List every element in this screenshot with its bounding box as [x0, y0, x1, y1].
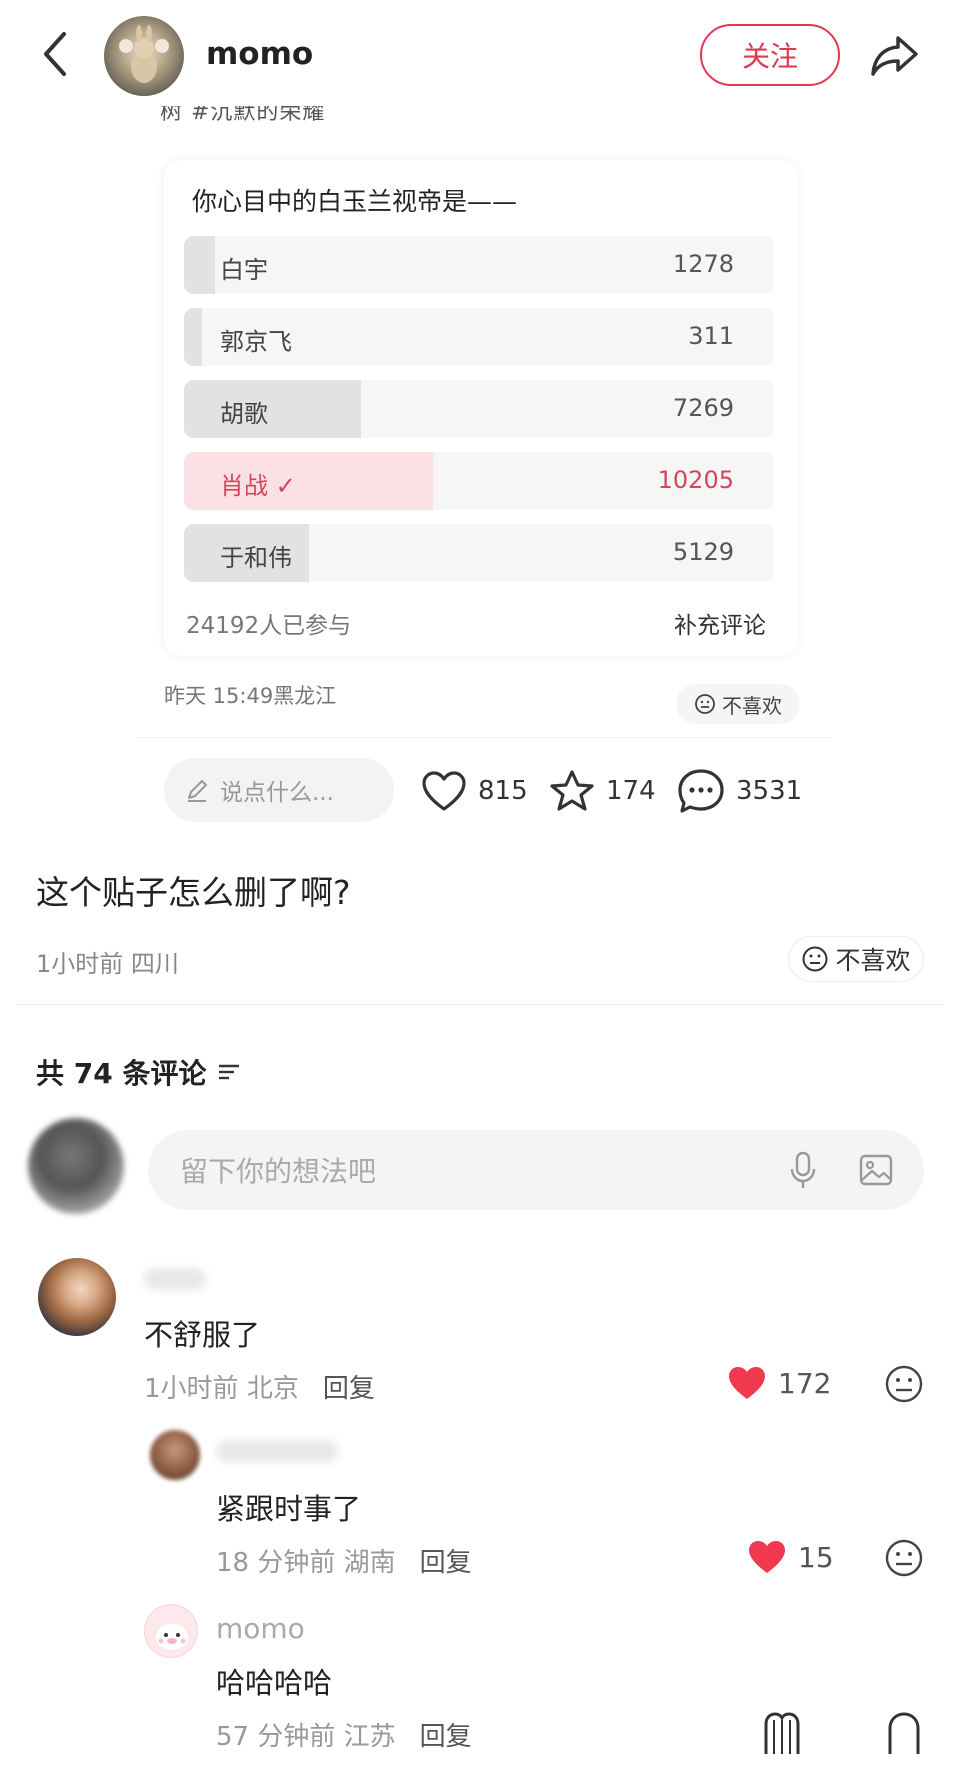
reply-button[interactable]: 回复	[323, 1368, 375, 1405]
cartoon-pig-avatar-image	[156, 1624, 188, 1650]
reply-button[interactable]: 回复	[420, 1542, 472, 1579]
commenter-avatar[interactable]	[144, 1604, 198, 1658]
embedded-like-button[interactable]: 815	[420, 762, 528, 820]
comments-count-header[interactable]: 共 74 条评论	[36, 1052, 242, 1092]
heart-outline-icon	[422, 771, 466, 811]
comment-like-count: 15	[798, 1540, 834, 1574]
poll-option[interactable]: 白宇 1278	[184, 236, 774, 294]
heart-outline-icon-partial[interactable]	[762, 1710, 802, 1754]
comment-time: 18 分钟前	[216, 1548, 336, 1578]
embedded-favorite-count: 174	[606, 776, 656, 806]
comment-time: 1小时前	[144, 1374, 239, 1404]
poll-option[interactable]: 胡歌 7269	[184, 380, 774, 438]
comment-bubble-icon	[678, 769, 724, 813]
heart-filled-icon	[729, 1367, 765, 1399]
author-username[interactable]: momo	[206, 36, 313, 72]
embedded-comment-input[interactable]: 说点什么...	[164, 758, 394, 822]
heart-filled-icon	[749, 1541, 785, 1573]
poll-option[interactable]: 郭京飞 311	[184, 308, 774, 366]
poll-title: 你心目中的白玉兰视帝是——	[192, 187, 518, 216]
embedded-dislike-button[interactable]: 不喜欢	[676, 684, 800, 724]
poll-option-count: 7269	[672, 394, 734, 422]
post-text: 这个贴子怎么删了啊?	[36, 873, 351, 912]
commenter-avatar[interactable]	[38, 1258, 116, 1336]
poll-option-fill	[184, 236, 216, 294]
reply-button[interactable]: 回复	[420, 1716, 472, 1753]
poll-option-fill	[184, 380, 361, 438]
comment-location: 湖南	[343, 1548, 396, 1578]
comment-input[interactable]: 留下你的想法吧	[148, 1130, 924, 1210]
embedded-post-meta: 昨天 15:49黑龙江	[164, 684, 337, 708]
post-meta: 1小时前 四川	[36, 950, 179, 978]
comment-like-button[interactable]: 172	[726, 1364, 831, 1402]
commenter-avatar[interactable]	[150, 1430, 200, 1480]
comment-meta: 57 分钟前 江苏 回复	[216, 1716, 472, 1753]
poll-option-label: 郭京飞	[220, 328, 292, 356]
current-user-avatar	[28, 1118, 124, 1214]
microphone-icon[interactable]	[788, 1150, 818, 1190]
star-outline-icon	[550, 770, 594, 811]
embedded-comment-placeholder: 说点什么...	[220, 780, 334, 806]
poll-option-selected[interactable]: 肖战 ✓ 10205	[184, 452, 774, 510]
comment-location: 北京	[246, 1374, 299, 1404]
author-avatar[interactable]	[104, 16, 184, 96]
poll-option-fill	[184, 308, 202, 366]
neutral-face-icon	[695, 694, 715, 714]
rabbit-figurine-image	[119, 25, 169, 83]
poll-option-label: 胡歌	[220, 400, 268, 428]
comment-meta: 1小时前 北京 回复	[144, 1368, 375, 1405]
poll-option-label: 于和伟	[220, 544, 292, 572]
divider	[16, 1004, 944, 1005]
poll-option-count: 1278	[672, 250, 734, 278]
comment-location: 江苏	[343, 1722, 396, 1752]
embedded-like-count: 815	[478, 776, 528, 806]
dislike-face-icon-partial[interactable]	[884, 1710, 924, 1754]
comment-text: 哈哈哈哈	[216, 1666, 333, 1700]
commenter-name[interactable]: momo	[216, 1612, 305, 1645]
share-icon[interactable]	[868, 30, 922, 80]
comment-dislike-icon[interactable]	[884, 1364, 924, 1404]
dislike-label: 不喜欢	[722, 693, 782, 718]
poll-option-count: 5129	[672, 538, 734, 566]
poll-option[interactable]: 于和伟 5129	[184, 524, 774, 582]
cropped-post-text: 树 #沉默的荣耀	[160, 106, 326, 125]
commenter-name-blurred[interactable]	[216, 1440, 338, 1462]
image-icon[interactable]	[858, 1152, 894, 1188]
comment-time: 57 分钟前	[216, 1722, 336, 1752]
sort-filter-icon	[219, 1064, 240, 1080]
poll-option-count: 10205	[657, 466, 734, 494]
pencil-icon	[188, 780, 207, 802]
embedded-comment-count: 3531	[736, 776, 803, 806]
poll-option-label: 肖战 ✓	[220, 472, 296, 500]
commenter-name-blurred[interactable]	[144, 1268, 206, 1290]
post-dislike-button[interactable]: 不喜欢	[788, 936, 924, 982]
comment-like-button[interactable]: 15	[746, 1538, 834, 1576]
comment-meta: 18 分钟前 湖南 回复	[216, 1542, 472, 1579]
comment-like-count: 172	[778, 1366, 832, 1400]
embedded-favorite-button[interactable]: 174	[548, 762, 656, 820]
comment-text: 不舒服了	[144, 1318, 261, 1352]
comment-input-placeholder: 留下你的想法吧	[180, 1155, 377, 1188]
embedded-comment-button[interactable]: 3531	[676, 762, 802, 820]
comments-count-label: 共 74 条评论	[36, 1057, 207, 1090]
poll-participants: 24192人已参与	[186, 613, 352, 639]
follow-button[interactable]: 关注	[700, 24, 840, 86]
comment-dislike-icon[interactable]	[884, 1538, 924, 1578]
neutral-face-icon	[802, 946, 828, 972]
poll-option-count: 311	[688, 322, 734, 350]
poll-add-comment-link[interactable]: 补充评论	[674, 606, 766, 640]
back-arrow-icon[interactable]	[38, 28, 74, 80]
comment-text: 紧跟时事了	[216, 1492, 362, 1526]
dislike-label: 不喜欢	[835, 946, 911, 975]
poll-option-label: 白宇	[220, 256, 268, 284]
divider	[136, 737, 832, 738]
